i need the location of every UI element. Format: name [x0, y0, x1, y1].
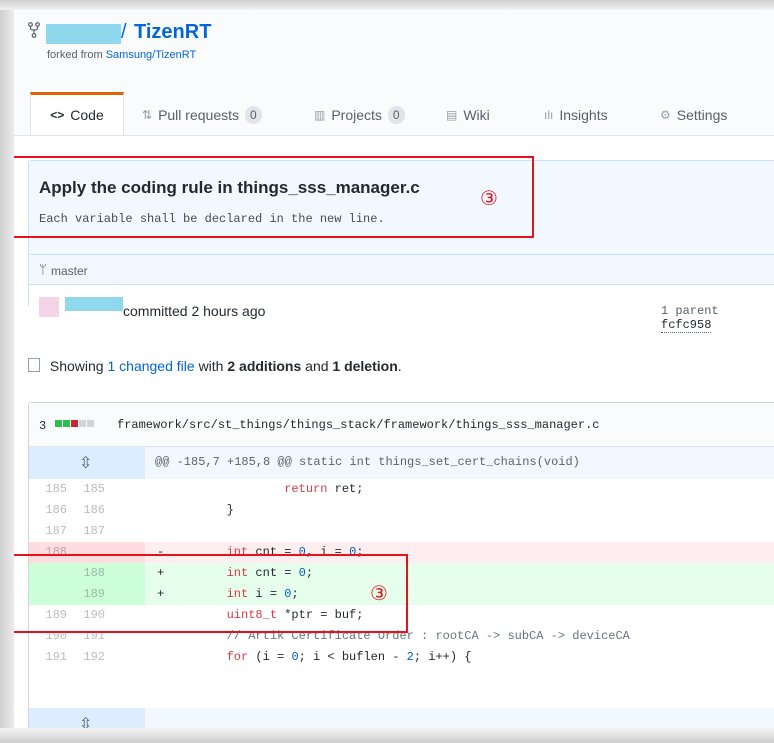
annotation-marker: ③ [370, 583, 388, 605]
diffstat-block-deleted [71, 420, 78, 427]
deletions-count: 1 deletion [332, 358, 398, 374]
graph-icon: ılı [544, 107, 554, 122]
diffstat-block-added [55, 420, 62, 427]
hunk-footer: ⇳ [29, 708, 774, 728]
old-line-number[interactable]: 186 [29, 500, 67, 521]
toc-and: and [305, 358, 329, 374]
tab-pull-requests[interactable]: ⇅ Pull requests 0 [142, 94, 262, 135]
file-path-link[interactable]: framework/src/st_things/things_stack/fra… [117, 418, 599, 432]
diff-line-context: 191 192 for (i = 0; i < buflen - 2; i++) … [29, 647, 774, 668]
repo-forked-icon [28, 22, 40, 38]
tab-projects-label: Projects [331, 106, 382, 123]
branch-name[interactable]: master [51, 264, 88, 278]
toc-period: . [397, 358, 402, 374]
new-line-number[interactable]: 192 [67, 647, 105, 668]
commit-timestamp: committed 2 hours ago [123, 303, 266, 319]
book-icon: ▤ [446, 107, 458, 122]
forked-from-line: forked from Samsung/TizenRT [47, 49, 196, 61]
diffstat-bar [55, 420, 94, 427]
author-name-redacted[interactable] [65, 297, 123, 311]
projects-counter: 0 [387, 105, 405, 124]
parent-sha-link[interactable]: fcfc958 [661, 318, 712, 333]
old-line-number[interactable]: 187 [29, 521, 67, 542]
new-line-number[interactable]: 185 [67, 479, 105, 500]
tab-wiki-label: Wiki [463, 106, 490, 123]
expand-icon[interactable]: ⇳ [79, 453, 92, 473]
repo-path-separator: / [121, 21, 127, 43]
annotation-marker: ③ [480, 188, 498, 210]
old-line-number[interactable]: 191 [29, 647, 67, 668]
forked-from-link[interactable]: Samsung/TizenRT [106, 49, 196, 61]
diff-line-context: 187 187 [29, 521, 774, 542]
code-line: for (i = 0; i < buflen - 2; i++) { [226, 650, 472, 664]
github-commit-page: / TizenRT forked from Samsung/TizenRT <>… [14, 10, 774, 728]
gear-icon: ⚙ [660, 107, 671, 122]
diff-line-context: 186 186 } [29, 500, 774, 521]
additions-count: 2 additions [227, 358, 302, 374]
diff-summary: Showing 1 changed file with 2 additions … [28, 358, 402, 374]
toc-showing: Showing [49, 358, 104, 374]
window-frame-bottom [0, 728, 774, 743]
code-line: } [169, 503, 234, 517]
forked-from-label: forked from [47, 49, 103, 61]
diffstat-block-added [63, 420, 70, 427]
diff-line-context: 185 185 return ret; [29, 479, 774, 500]
tab-insights[interactable]: ılı Insights [544, 94, 608, 135]
changed-files-link[interactable]: 1 changed file [107, 358, 194, 374]
project-icon: ▥ [314, 107, 326, 122]
parent-commit: 1 parent fcfc958 [661, 304, 774, 333]
file-diff-icon [28, 358, 40, 372]
hunk-header-text: @@ -185,7 +185,8 @@ static int things_se… [155, 455, 580, 469]
diffstat-block-neutral [79, 420, 86, 427]
pull-requests-counter: 0 [245, 105, 262, 124]
window-frame-left [0, 0, 14, 743]
tab-wiki[interactable]: ▤ Wiki [446, 94, 490, 135]
annotation-box-commit-message [14, 156, 534, 238]
diffstat-block-neutral [87, 420, 94, 427]
code-icon: <> [50, 108, 65, 122]
expand-icon[interactable]: ⇳ [79, 714, 92, 728]
branch-row: ᛘ master [29, 254, 774, 285]
old-line-number[interactable]: 185 [29, 479, 67, 500]
parent-label: 1 parent [661, 304, 719, 318]
toc-with: with [198, 358, 224, 374]
owner-name-redacted[interactable] [46, 24, 121, 44]
tab-pull-requests-label: Pull requests [158, 106, 239, 123]
tab-settings-label: Settings [676, 106, 728, 123]
avatar[interactable] [39, 297, 59, 317]
file-header: 3 framework/src/st_things/things_stack/f… [29, 403, 774, 447]
tab-code-label: Code [70, 107, 104, 123]
pull-request-icon: ⇅ [142, 107, 153, 122]
hunk-header: ⇳ @@ -185,7 +185,8 @@ static int things_… [29, 447, 774, 479]
tab-code[interactable]: <> Code [30, 92, 124, 135]
tab-insights-label: Insights [559, 106, 608, 123]
git-branch-icon: ᛘ [39, 262, 47, 277]
new-line-number[interactable]: 187 [67, 521, 105, 542]
tab-projects[interactable]: ▥ Projects 0 [314, 94, 405, 135]
repo-name-link[interactable]: TizenRT [134, 21, 211, 44]
commit-meta-row: committed 2 hours ago 1 parent fcfc958 [29, 284, 774, 333]
tab-settings[interactable]: ⚙ Settings [660, 94, 727, 135]
annotation-box-code-change [14, 554, 408, 633]
diffstat-count: 3 [39, 419, 47, 433]
window-frame-top [0, 0, 774, 10]
new-line-number[interactable]: 186 [67, 500, 105, 521]
code-line: return ret; [284, 482, 364, 496]
